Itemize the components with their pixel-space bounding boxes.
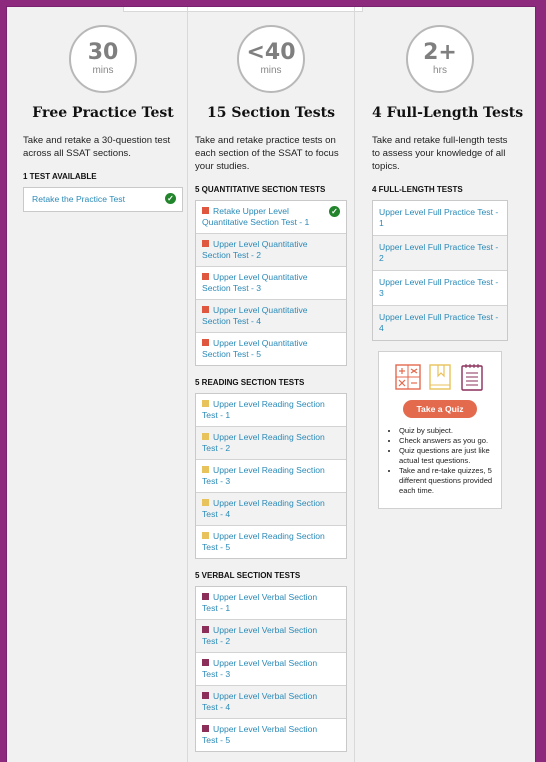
test-label: Retake Upper Level Quantitative Section … xyxy=(202,206,310,227)
duration-unit: hrs xyxy=(433,65,447,76)
test-label: Upper Level Verbal Section Test - 5 xyxy=(202,724,318,745)
test-label: Upper Level Reading Section Test - 4 xyxy=(202,498,325,519)
duration-unit: mins xyxy=(260,65,282,76)
duration-number: <40 xyxy=(246,40,296,65)
math-symbols-icon xyxy=(395,364,421,390)
book-icon xyxy=(429,364,451,390)
verbal-test-link[interactable]: Upper Level Verbal Section Test - 5 xyxy=(196,719,346,751)
completed-check-icon: ✓ xyxy=(329,206,340,217)
test-label: Upper Level Full Practice Test - 4 xyxy=(379,312,499,333)
verbal-label: 5 VERBAL SECTION TESTS xyxy=(195,571,301,580)
notepad-icon xyxy=(461,364,483,391)
quantitative-test-link[interactable]: Upper Level Quantitative Section Test - … xyxy=(196,234,346,267)
verbal-square-icon xyxy=(202,659,209,666)
quiz-feature: Check answers as you go. xyxy=(399,436,493,446)
quantitative-square-icon xyxy=(202,207,209,214)
quiz-feature: Quiz questions are just like actual test… xyxy=(399,446,493,466)
column-description: Take and retake a 30-question test acros… xyxy=(23,135,171,159)
practice-test-link[interactable]: Retake the Practice Test ✓ xyxy=(24,188,182,211)
quantitative-test-link[interactable]: Upper Level Quantitative Section Test - … xyxy=(196,267,346,300)
test-label: Upper Level Verbal Section Test - 3 xyxy=(202,658,318,679)
full-length-test-link[interactable]: Upper Level Full Practice Test - 2 xyxy=(373,236,507,271)
reading-test-link[interactable]: Upper Level Reading Section Test - 3 xyxy=(196,460,346,493)
test-label: Upper Level Full Practice Test - 2 xyxy=(379,242,499,263)
quantitative-square-icon xyxy=(202,273,209,280)
test-label: Upper Level Quantitative Section Test - … xyxy=(202,239,308,260)
practice-test-label: Retake the Practice Test xyxy=(32,194,125,204)
section-tests-column: <40 mins 15 Section Tests Take and retak… xyxy=(187,7,355,762)
test-label: Upper Level Reading Section Test - 1 xyxy=(202,399,325,420)
test-label: Upper Level Quantitative Section Test - … xyxy=(202,338,308,359)
duration-badge: 2+ hrs xyxy=(406,25,474,93)
column-heading: Free Practice Test xyxy=(32,105,174,121)
reading-square-icon xyxy=(202,400,209,407)
full-length-test-link[interactable]: Upper Level Full Practice Test - 4 xyxy=(373,306,507,340)
tests-available-label: 1 TEST AVAILABLE xyxy=(23,172,97,181)
verbal-square-icon xyxy=(202,626,209,633)
test-label: Upper Level Verbal Section Test - 2 xyxy=(202,625,318,646)
verbal-square-icon xyxy=(202,692,209,699)
reading-test-link[interactable]: Upper Level Reading Section Test - 2 xyxy=(196,427,346,460)
reading-square-icon xyxy=(202,466,209,473)
quiz-feature-list: Quiz by subject. Check answers as you go… xyxy=(387,426,493,496)
duration-unit: mins xyxy=(92,65,114,76)
reading-test-link[interactable]: Upper Level Reading Section Test - 1 xyxy=(196,394,346,427)
reading-test-link[interactable]: Upper Level Reading Section Test - 5 xyxy=(196,526,346,558)
duration-number: 30 xyxy=(87,40,119,65)
test-label: Upper Level Reading Section Test - 3 xyxy=(202,465,325,486)
quantitative-test-link[interactable]: Retake Upper Level Quantitative Section … xyxy=(196,201,346,234)
column-description: Take and retake full-length tests to ass… xyxy=(372,135,508,172)
quantitative-test-link[interactable]: Upper Level Quantitative Section Test - … xyxy=(196,333,346,365)
quantitative-square-icon xyxy=(202,306,209,313)
reading-test-link[interactable]: Upper Level Reading Section Test - 4 xyxy=(196,493,346,526)
take-quiz-button[interactable]: Take a Quiz xyxy=(403,400,477,418)
column-heading: 4 Full-Length Tests xyxy=(372,105,524,121)
test-label: Upper Level Verbal Section Test - 1 xyxy=(202,592,318,613)
verbal-test-link[interactable]: Upper Level Verbal Section Test - 4 xyxy=(196,686,346,719)
full-length-test-link[interactable]: Upper Level Full Practice Test - 3 xyxy=(373,271,507,306)
reading-label: 5 READING SECTION TESTS xyxy=(195,378,305,387)
quiz-card: Take a Quiz Quiz by subject. Check answe… xyxy=(378,351,502,509)
verbal-test-link[interactable]: Upper Level Verbal Section Test - 3 xyxy=(196,653,346,686)
column-description: Take and retake practice tests on each s… xyxy=(195,135,339,172)
quantitative-test-link[interactable]: Upper Level Quantitative Section Test - … xyxy=(196,300,346,333)
verbal-test-link[interactable]: Upper Level Verbal Section Test - 2 xyxy=(196,620,346,653)
page-frame: 30 mins Free Practice Test Take and reta… xyxy=(6,6,536,762)
test-label: Upper Level Verbal Section Test - 4 xyxy=(202,691,318,712)
full-length-test-list: Upper Level Full Practice Test - 1 Upper… xyxy=(372,200,508,341)
verbal-square-icon xyxy=(202,725,209,732)
completed-check-icon: ✓ xyxy=(165,193,176,204)
quiz-feature: Take and re-take quizzes, 5 different qu… xyxy=(399,466,493,496)
duration-badge: <40 mins xyxy=(237,25,305,93)
quiz-icons xyxy=(387,362,493,392)
reading-square-icon xyxy=(202,433,209,440)
verbal-test-list: Upper Level Verbal Section Test - 1 Uppe… xyxy=(195,586,347,752)
quantitative-square-icon xyxy=(202,339,209,346)
full-length-column: 2+ hrs 4 Full-Length Tests Take and reta… xyxy=(366,7,524,762)
test-label: Upper Level Quantitative Section Test - … xyxy=(202,305,308,326)
quiz-feature: Quiz by subject. xyxy=(399,426,493,436)
verbal-square-icon xyxy=(202,593,209,600)
quantitative-label: 5 QUANTITATIVE SECTION TESTS xyxy=(195,185,326,194)
reading-test-list: Upper Level Reading Section Test - 1 Upp… xyxy=(195,393,347,559)
column-heading: 15 Section Tests xyxy=(206,105,336,121)
test-label: Upper Level Reading Section Test - 2 xyxy=(202,432,325,453)
test-label: Upper Level Reading Section Test - 5 xyxy=(202,531,325,552)
quantitative-square-icon xyxy=(202,240,209,247)
full-length-test-link[interactable]: Upper Level Full Practice Test - 1 xyxy=(373,201,507,236)
practice-test-list: Retake the Practice Test ✓ xyxy=(23,187,183,212)
duration-badge: 30 mins xyxy=(69,25,137,93)
test-label: Upper Level Full Practice Test - 3 xyxy=(379,277,499,298)
verbal-test-link[interactable]: Upper Level Verbal Section Test - 1 xyxy=(196,587,346,620)
reading-square-icon xyxy=(202,499,209,506)
reading-square-icon xyxy=(202,532,209,539)
full-length-label: 4 FULL-LENGTH TESTS xyxy=(372,185,463,194)
test-label: Upper Level Full Practice Test - 1 xyxy=(379,207,499,228)
duration-number: 2+ xyxy=(423,40,457,65)
quantitative-test-list: Retake Upper Level Quantitative Section … xyxy=(195,200,347,366)
free-practice-column: 30 mins Free Practice Test Take and reta… xyxy=(23,7,183,762)
test-label: Upper Level Quantitative Section Test - … xyxy=(202,272,308,293)
